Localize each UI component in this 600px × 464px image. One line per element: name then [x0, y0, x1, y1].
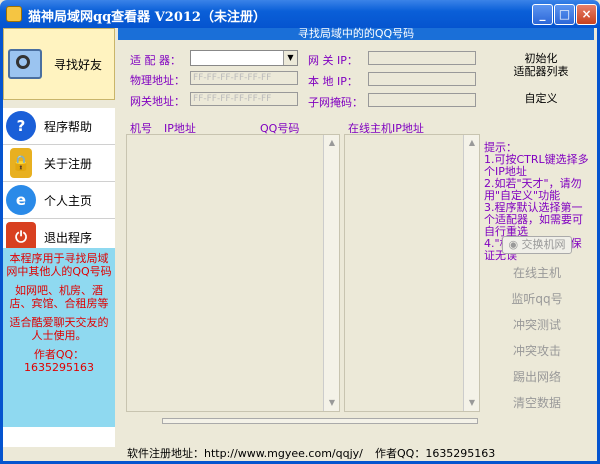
maximize-button[interactable]: □: [554, 4, 575, 25]
subnet-field[interactable]: [368, 93, 476, 107]
sidebar: 寻找好友 ? 程序帮助 🔒 关于注册 e 个人主页 ⏻ 退出程序 本程序用于寻找…: [3, 28, 115, 447]
gateway-mac-field[interactable]: FF-FF-FF-FF-FF-FF: [190, 92, 298, 106]
sidebar-item-label: 个人主页: [44, 193, 93, 208]
main-panel: 寻找局域中的的QQ号码 适 配 器： ▼ 物理地址： FF-FF-FF-FF-F…: [118, 28, 594, 447]
gateway-ip-label: 网 关 IP：: [308, 54, 358, 67]
clear-data-button[interactable]: 清空数据: [502, 394, 572, 411]
scrollbar[interactable]: ▲ ▼: [323, 135, 339, 411]
listen-qq-button[interactable]: 监听qq号: [502, 290, 572, 307]
scroll-down-icon[interactable]: ▼: [326, 397, 338, 409]
qq-list[interactable]: ▲ ▼: [126, 134, 340, 412]
scroll-up-icon[interactable]: ▲: [466, 137, 478, 149]
sidebar-item-help[interactable]: ? 程序帮助: [3, 108, 115, 145]
author-qq: 作者QQ：1635295163: [375, 447, 496, 460]
app-icon: [6, 6, 22, 22]
sidebar-item-register[interactable]: 🔒 关于注册: [3, 145, 115, 182]
close-button[interactable]: ×: [576, 4, 597, 25]
custom-button[interactable]: 自定义: [496, 90, 586, 106]
sidebar-item-find-friends[interactable]: 寻找好友: [3, 28, 115, 100]
scrollbar[interactable]: ▲ ▼: [463, 135, 479, 411]
status-bar: 软件注册地址：http://www.mgyee.com/qqjy/ 作者QQ：1…: [3, 447, 597, 461]
gateway-ip-field[interactable]: [368, 51, 476, 65]
sidebar-item-label: 寻找好友: [54, 57, 103, 72]
kick-network-button[interactable]: 踢出网络: [502, 368, 572, 385]
tip-item: 1.可按CTRL键选择多个IP地址: [484, 153, 589, 178]
panel-header: 寻找局域中的的QQ号码: [118, 28, 594, 40]
lock-icon: 🔒: [10, 148, 32, 178]
adapter-select[interactable]: ▼: [190, 50, 298, 66]
adapter-label: 适 配 器：: [130, 54, 181, 67]
conflict-test-button[interactable]: 冲突测试: [502, 316, 572, 333]
info-text: 本程序用于寻找局域网中其他人的QQ号码: [6, 252, 112, 278]
progress-bar: [162, 418, 478, 424]
button-label: 交换机网: [521, 238, 566, 251]
exchange-network-button[interactable]: ◉ 交换机网: [502, 236, 572, 254]
init-adapter-button[interactable]: 初始化 适配器列表: [496, 52, 586, 78]
gear-icon: ◉: [508, 238, 519, 251]
title-bar: 猫神局域网qq查看器 V2012（未注册） _ □ ×: [0, 0, 600, 28]
conflict-attack-button[interactable]: 冲突攻击: [502, 342, 572, 359]
window-title: 猫神局域网qq查看器 V2012（未注册）: [28, 10, 266, 25]
sidebar-item-homepage[interactable]: e 个人主页: [3, 182, 115, 219]
info-text: 如网吧、机房、酒店、宾馆、合租房等: [9, 284, 109, 310]
search-monitor-icon: [8, 49, 42, 79]
minimize-button[interactable]: _: [532, 4, 553, 25]
mac-label: 物理地址：: [130, 74, 185, 87]
register-url[interactable]: 软件注册地址：http://www.mgyee.com/qqjy/: [127, 447, 363, 461]
scroll-down-icon[interactable]: ▼: [466, 397, 478, 409]
gateway-addr-label: 网关地址：: [130, 95, 185, 108]
online-host-button[interactable]: 在线主机: [502, 264, 572, 281]
online-host-list[interactable]: ▲ ▼: [344, 134, 480, 412]
sidebar-info: 本程序用于寻找局域网中其他人的QQ号码 如网吧、机房、酒店、宾馆、合租房等 适合…: [3, 248, 115, 427]
local-ip-field[interactable]: [368, 72, 476, 86]
sidebar-item-label: 程序帮助: [44, 119, 93, 134]
ie-icon: e: [6, 185, 36, 215]
chevron-down-icon: ▼: [283, 51, 297, 65]
tip-item: 2.如若"天才"，请勿用"自定义"功能: [484, 177, 582, 202]
info-text: 适合酷爱聊天交友的人士使用。: [9, 316, 109, 342]
mac-field[interactable]: FF-FF-FF-FF-FF-FF: [190, 71, 298, 85]
sidebar-item-label: 关于注册: [44, 156, 93, 171]
scroll-up-icon[interactable]: ▲: [326, 137, 338, 149]
sidebar-item-label: 退出程序: [44, 230, 93, 245]
info-author: 作者QQ：1635295163: [24, 348, 94, 374]
tip-item: 3.程序默认选择第一个适配器，如需要可自行重选: [484, 201, 583, 238]
local-ip-label: 本 地 IP：: [308, 75, 358, 88]
help-icon: ?: [6, 111, 36, 141]
subnet-label: 子网掩码：: [308, 96, 363, 109]
